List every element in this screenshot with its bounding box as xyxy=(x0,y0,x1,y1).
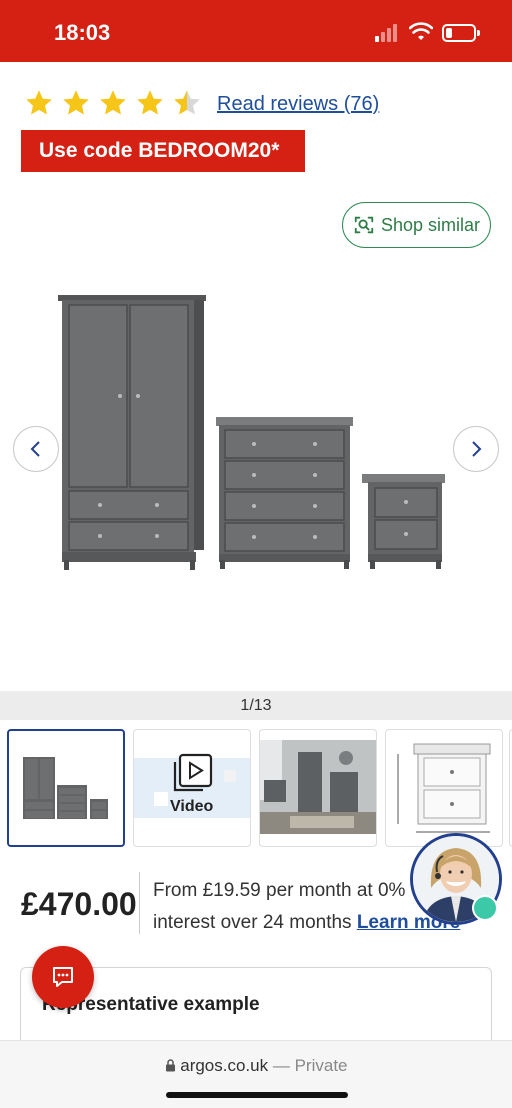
online-status-indicator xyxy=(472,895,498,921)
thumbnail-product-set[interactable] xyxy=(7,729,125,847)
price-divider xyxy=(139,872,140,934)
star-half-icon xyxy=(174,90,200,115)
chevron-left-icon xyxy=(30,441,40,457)
thumbnail-image xyxy=(260,740,376,834)
battery-low-icon xyxy=(442,24,480,42)
star-full-icon xyxy=(100,90,126,115)
thumbnail-image xyxy=(397,743,491,833)
product-price: £470.00 xyxy=(21,886,137,922)
star-full-icon xyxy=(26,90,52,115)
product-main-image[interactable] xyxy=(0,260,512,690)
chevron-right-icon xyxy=(472,441,482,457)
promo-code-banner: Use code BEDROOM20* xyxy=(21,130,305,172)
url-privacy-label: — Private xyxy=(272,1056,348,1075)
star-full-icon xyxy=(63,90,89,115)
read-reviews-link[interactable]: Read reviews (76) xyxy=(217,93,379,116)
thumbnail-video[interactable]: Video xyxy=(133,729,251,847)
chat-bubble-icon xyxy=(53,967,73,987)
cellular-signal-icon xyxy=(375,24,401,42)
browser-url-bar[interactable]: argos.co.uk — Private xyxy=(0,1040,512,1108)
wardrobe-illustration xyxy=(58,295,206,570)
gallery-counter: 1/13 xyxy=(240,697,272,714)
wifi-icon xyxy=(409,22,433,40)
status-bar: 18:03 xyxy=(0,0,512,62)
thumbnail-image xyxy=(23,757,108,819)
star-full-icon xyxy=(137,90,163,115)
url-domain: argos.co.uk xyxy=(180,1056,269,1075)
video-label: Video xyxy=(170,798,214,815)
bedside-table-illustration xyxy=(362,474,445,569)
shop-similar-label: Shop similar xyxy=(381,214,481,235)
home-indicator xyxy=(166,1092,348,1098)
chest-of-drawers-illustration xyxy=(216,417,353,569)
shop-similar-button[interactable]: Shop similar xyxy=(342,202,491,248)
thumbnail-room-scene[interactable] xyxy=(259,729,377,847)
chat-button[interactable] xyxy=(32,946,94,1008)
url-text: argos.co.uk — Private xyxy=(0,1056,512,1076)
visual-search-icon xyxy=(354,216,374,234)
rating-stars xyxy=(24,88,202,118)
finance-text-line-2-label: interest over 24 months xyxy=(153,912,357,933)
lock-icon xyxy=(165,1059,175,1072)
gallery-next-button[interactable] xyxy=(453,426,499,472)
gallery-prev-button[interactable] xyxy=(13,426,59,472)
status-time: 18:03 xyxy=(54,20,111,45)
video-play-icon xyxy=(173,753,213,792)
gallery-counter-bar: 1/13 xyxy=(0,691,512,720)
thumbnail-dimensions[interactable] xyxy=(385,729,503,847)
